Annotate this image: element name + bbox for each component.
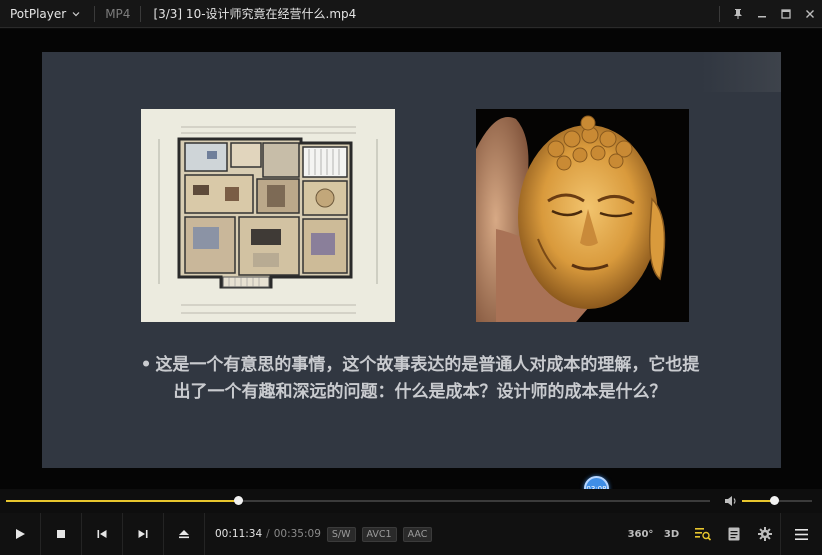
format-label: MP4 [105,6,131,21]
previous-icon [97,530,107,538]
3d-icon: 3D [663,528,680,540]
current-time: 00:11:34 [215,528,263,540]
vr-360-button[interactable]: 360° [625,513,656,555]
carved-head-photo [476,109,689,322]
audio-codec-badge[interactable]: AAC [402,526,433,542]
playlist-search-icon [694,528,711,541]
title-divider [94,5,96,22]
close-button[interactable] [798,0,822,28]
video-codec-badge[interactable]: AVC1 [361,526,397,542]
total-time: 00:35:09 [273,528,321,540]
maximize-button[interactable] [774,0,798,28]
chevron-down-icon [72,11,80,16]
previous-button[interactable] [82,513,123,555]
video-area[interactable]: • 这是一个有意思的事情，这个故事表达的是普通人对成本的理解，它也提 出了一个有趣… [0,29,822,501]
presentation-slide: • 这是一个有意思的事情，这个故事表达的是普通人对成本的理解，它也提 出了一个有趣… [42,52,781,468]
minimize-button[interactable] [750,0,774,28]
stop-icon [57,530,65,538]
close-icon [806,10,814,18]
seek-bar-handle[interactable] [233,496,243,505]
seek-bar[interactable] [6,496,710,505]
eject-button[interactable] [164,513,205,555]
caption-line-1: 这是一个有意思的事情，这个故事表达的是普通人对成本的理解，它也提 [155,355,700,375]
time-display[interactable]: 00:11:34 / 00:35:09 S/W AVC1 AAC [205,526,433,542]
volume-slider[interactable] [742,496,812,505]
seek-row [0,489,822,513]
title-bar: PotPlayer MP4 [3/3] 10-设计师究竟在经营什么.mp4 [0,0,822,28]
next-button[interactable] [123,513,164,555]
right-toolbar: 360° 3D [625,513,822,555]
chapter-icon [728,527,739,541]
stop-button[interactable] [41,513,82,555]
chapter-button[interactable] [718,513,749,555]
seek-bar-played [6,500,238,502]
pin-button[interactable] [726,0,750,28]
caption-line-2: 出了一个有趣和深远的问题：什么是成本？设计师的成本是什么？ [173,382,667,402]
app-name: PotPlayer [10,6,67,21]
play-button[interactable] [0,513,41,555]
volume-icon[interactable] [724,495,738,507]
maximize-icon [781,9,791,19]
floor-plan-drawing [141,109,395,322]
volume-handle[interactable] [770,496,780,505]
app-menu-button[interactable]: PotPlayer [0,0,88,28]
eject-icon [179,530,189,539]
next-icon [138,530,148,538]
pin-icon [734,9,742,19]
window-controls [719,0,822,28]
time-separator: / [266,528,270,540]
slide-caption: • 这是一个有意思的事情，这个故事表达的是普通人对成本的理解，它也提 出了一个有趣… [90,352,750,406]
file-title: [3/3] 10-设计师究竟在经营什么.mp4 [153,7,357,21]
play-icon [16,529,25,539]
minimize-icon [758,16,766,18]
vr-360-icon: 360° [627,528,654,540]
3d-button[interactable]: 3D [656,513,687,555]
decoder-badge[interactable]: S/W [326,526,356,542]
menu-icon [795,528,808,540]
playlist-search-button[interactable] [687,513,718,555]
bullet-mark: • [140,355,152,375]
floor-plan-image [141,109,395,322]
window-controls-divider [719,6,720,22]
settings-gear-icon [757,527,772,541]
title-divider [140,5,142,22]
settings-button[interactable] [749,513,780,555]
slide-glow [701,52,781,92]
carved-head-drawing [476,109,689,322]
main-menu-button[interactable] [780,513,822,555]
control-bar: 00:11:34 / 00:35:09 S/W AVC1 AAC 360° 3D [0,513,822,555]
